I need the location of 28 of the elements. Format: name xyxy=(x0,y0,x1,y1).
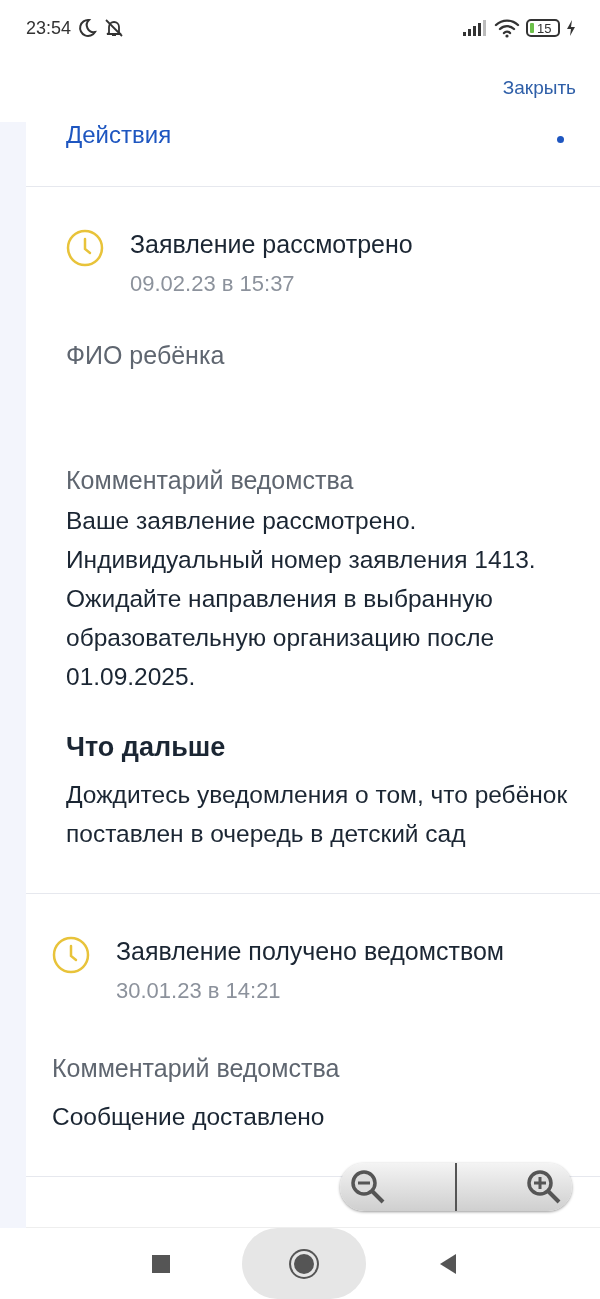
charging-icon xyxy=(566,19,576,37)
section-heading: Что дальше xyxy=(66,732,227,763)
field-label: Комментарий ведомства xyxy=(66,466,355,495)
next-step-text: Дождитесь уведомления о том, что ребёнок поставлен в очередь в детский сад xyxy=(66,780,569,849)
event-title: Заявление рассмотрено xyxy=(130,229,413,259)
more-icon[interactable] xyxy=(557,136,564,143)
zoom-out-button[interactable] xyxy=(340,1163,457,1211)
clock-time: 23:54 xyxy=(26,17,72,39)
wifi-icon xyxy=(494,18,520,38)
back-button[interactable] xyxy=(438,1252,458,1275)
clock-icon xyxy=(52,936,90,974)
zoom-in-button[interactable] xyxy=(457,1163,572,1211)
zoom-in-icon xyxy=(526,1169,562,1205)
field-label: Комментарий ведомства xyxy=(52,1054,341,1083)
event-date: 09.02.23 в 15:37 xyxy=(130,271,296,297)
moon-icon xyxy=(77,18,98,38)
battery-icon: 15 xyxy=(526,19,560,37)
close-link[interactable]: Закрыть xyxy=(502,77,576,99)
signal-icon xyxy=(462,19,488,37)
recents-button[interactable] xyxy=(152,1254,170,1273)
actions-link[interactable]: Действия xyxy=(66,122,172,148)
field-label: ФИО ребёнка xyxy=(66,341,226,370)
event-title: Заявление получено ведомством xyxy=(116,936,504,966)
comment-text: Сообщение доставлено xyxy=(52,1102,326,1132)
zoom-out-icon xyxy=(350,1169,386,1205)
event-date: 30.01.23 в 14:21 xyxy=(116,978,282,1004)
comment-text: Ваше заявление рассмотрено. Индивидуальный номер заявления 1413. Ожидайте направления в выбранную образовательную организацию после 01.09.2025. xyxy=(66,506,537,692)
clock-icon xyxy=(66,229,104,267)
